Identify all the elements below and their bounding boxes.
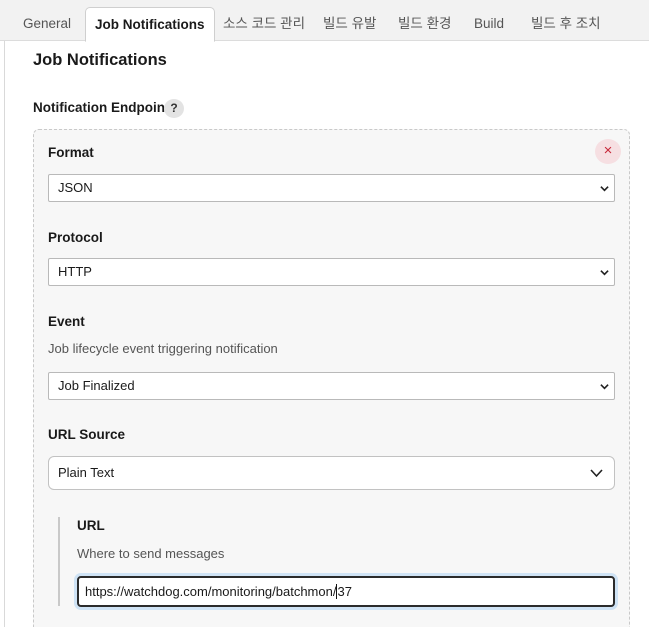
frame-divider <box>4 41 5 627</box>
tab-job-notifications[interactable]: Job Notifications <box>85 7 215 42</box>
protocol-label: Protocol <box>48 230 103 245</box>
event-select-value: Job Finalized <box>58 378 135 393</box>
url-input[interactable]: https://watchdog.com/monitoring/batchmon… <box>77 576 615 607</box>
url-source-label: URL Source <box>48 427 126 442</box>
event-label: Event <box>48 314 85 329</box>
tab-build-environment[interactable]: 빌드 환경 <box>398 7 451 41</box>
format-select[interactable]: JSON <box>48 174 615 202</box>
tab-build[interactable]: Build <box>474 7 504 41</box>
question-mark-icon[interactable]: ? <box>164 99 184 118</box>
url-source-select[interactable]: Plain Text <box>48 456 615 490</box>
nested-indent-bar <box>58 517 60 606</box>
tab-source-code-management[interactable]: 소스 코드 관리 <box>223 7 305 41</box>
section-title: Job Notifications <box>33 51 167 69</box>
tab-bar: General Job Notifications 소스 코드 관리 빌드 유발… <box>0 0 649 42</box>
event-select[interactable]: Job Finalized <box>48 372 615 400</box>
chevron-down-icon <box>590 469 603 478</box>
close-icon[interactable]: × <box>595 139 621 164</box>
chevron-down-icon <box>600 270 609 276</box>
notification-endpoints-label: Notification Endpoints <box>33 100 177 115</box>
tab-general[interactable]: General <box>23 7 71 41</box>
format-label: Format <box>48 145 94 160</box>
tab-post-build-actions[interactable]: 빌드 후 조치 <box>531 7 601 41</box>
url-input-value-end: 37 <box>337 584 352 599</box>
url-input-value-start: https://watchdog.com/monitoring/batchmon… <box>85 584 337 599</box>
event-description: Job lifecycle event triggering notificat… <box>48 341 278 356</box>
protocol-select[interactable]: HTTP <box>48 258 615 286</box>
url-label: URL <box>77 518 105 533</box>
format-select-value: JSON <box>58 180 93 195</box>
url-description: Where to send messages <box>77 546 225 561</box>
protocol-select-value: HTTP <box>58 264 92 279</box>
url-source-select-value: Plain Text <box>58 465 115 480</box>
tab-build-triggers[interactable]: 빌드 유발 <box>323 7 376 41</box>
chevron-down-icon <box>600 186 609 192</box>
chevron-down-icon <box>600 384 609 390</box>
